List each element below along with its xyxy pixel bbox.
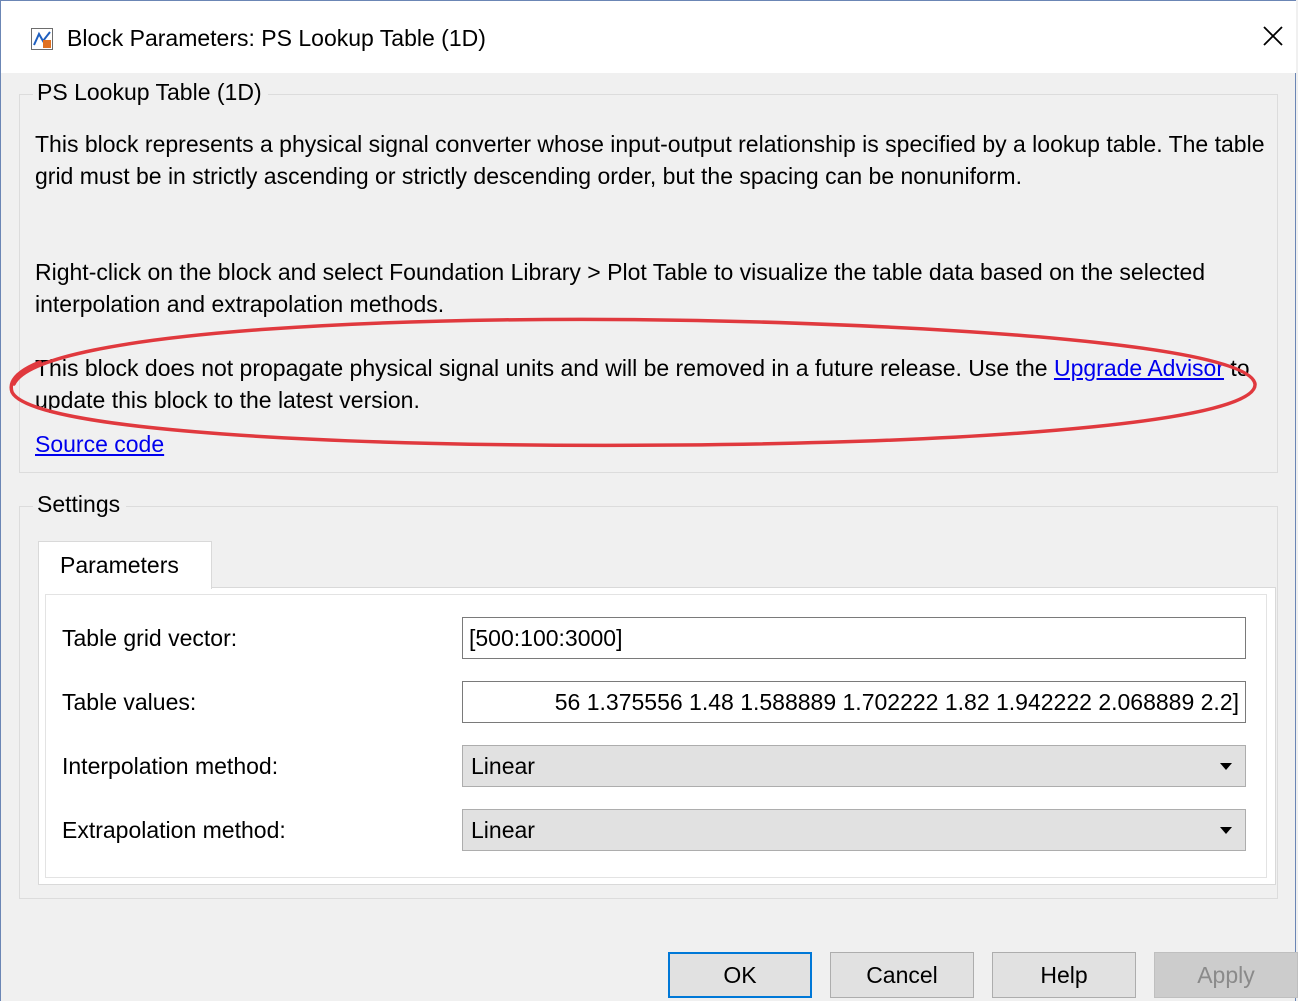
interpolation-method-label: Interpolation method: [62, 753, 279, 779]
table-values-input[interactable]: 56 1.375556 1.48 1.588889 1.702222 1.82 … [462, 681, 1246, 723]
interpolation-method-dropdown[interactable]: Linear [462, 745, 1246, 787]
title-bar[interactable]: Block Parameters: PS Lookup Table (1D) [1, 1, 1296, 73]
window-title: Block Parameters: PS Lookup Table (1D) [67, 25, 486, 51]
upgrade-advisor-link[interactable]: Upgrade Advisor [1054, 355, 1224, 381]
description-paragraph-3: This block does not propagate physical s… [35, 352, 1275, 416]
settings-group-legend: Settings [33, 491, 127, 518]
description-paragraph-1: This block represents a physical signal … [35, 131, 1265, 189]
chevron-down-icon [1220, 763, 1232, 770]
table-values-value: 56 1.375556 1.48 1.588889 1.702222 1.82 … [554, 689, 1239, 715]
source-code-link[interactable]: Source code [35, 431, 164, 457]
extrapolation-method-value: Linear [471, 817, 535, 843]
extrapolation-method-label: Extrapolation method: [62, 817, 286, 843]
apply-button: Apply [1154, 952, 1298, 998]
table-grid-vector-label: Table grid vector: [62, 625, 238, 651]
simulink-block-icon [31, 28, 53, 50]
close-icon[interactable] [1260, 23, 1286, 49]
chevron-down-icon [1220, 827, 1232, 834]
description-group-legend: PS Lookup Table (1D) [33, 79, 268, 106]
tab-parameters-label: Parameters [60, 552, 179, 578]
table-grid-vector-input[interactable]: [500:100:3000] [462, 617, 1246, 659]
deprecation-text: This block does not propagate physical s… [35, 355, 1054, 381]
tab-parameters[interactable]: Parameters [38, 541, 212, 589]
table-grid-vector-value: [500:100:3000] [469, 625, 623, 651]
description-paragraph-2: Right-click on the block and select Foun… [35, 259, 1206, 317]
dialog-window: Block Parameters: PS Lookup Table (1D) P… [0, 0, 1298, 1001]
help-button[interactable]: Help [992, 952, 1136, 998]
ok-button[interactable]: OK [668, 952, 812, 998]
extrapolation-method-dropdown[interactable]: Linear [462, 809, 1246, 851]
source-code-row: Source code [35, 428, 164, 460]
interpolation-method-value: Linear [471, 753, 535, 779]
cancel-button[interactable]: Cancel [830, 952, 974, 998]
table-values-label: Table values: [62, 689, 197, 715]
